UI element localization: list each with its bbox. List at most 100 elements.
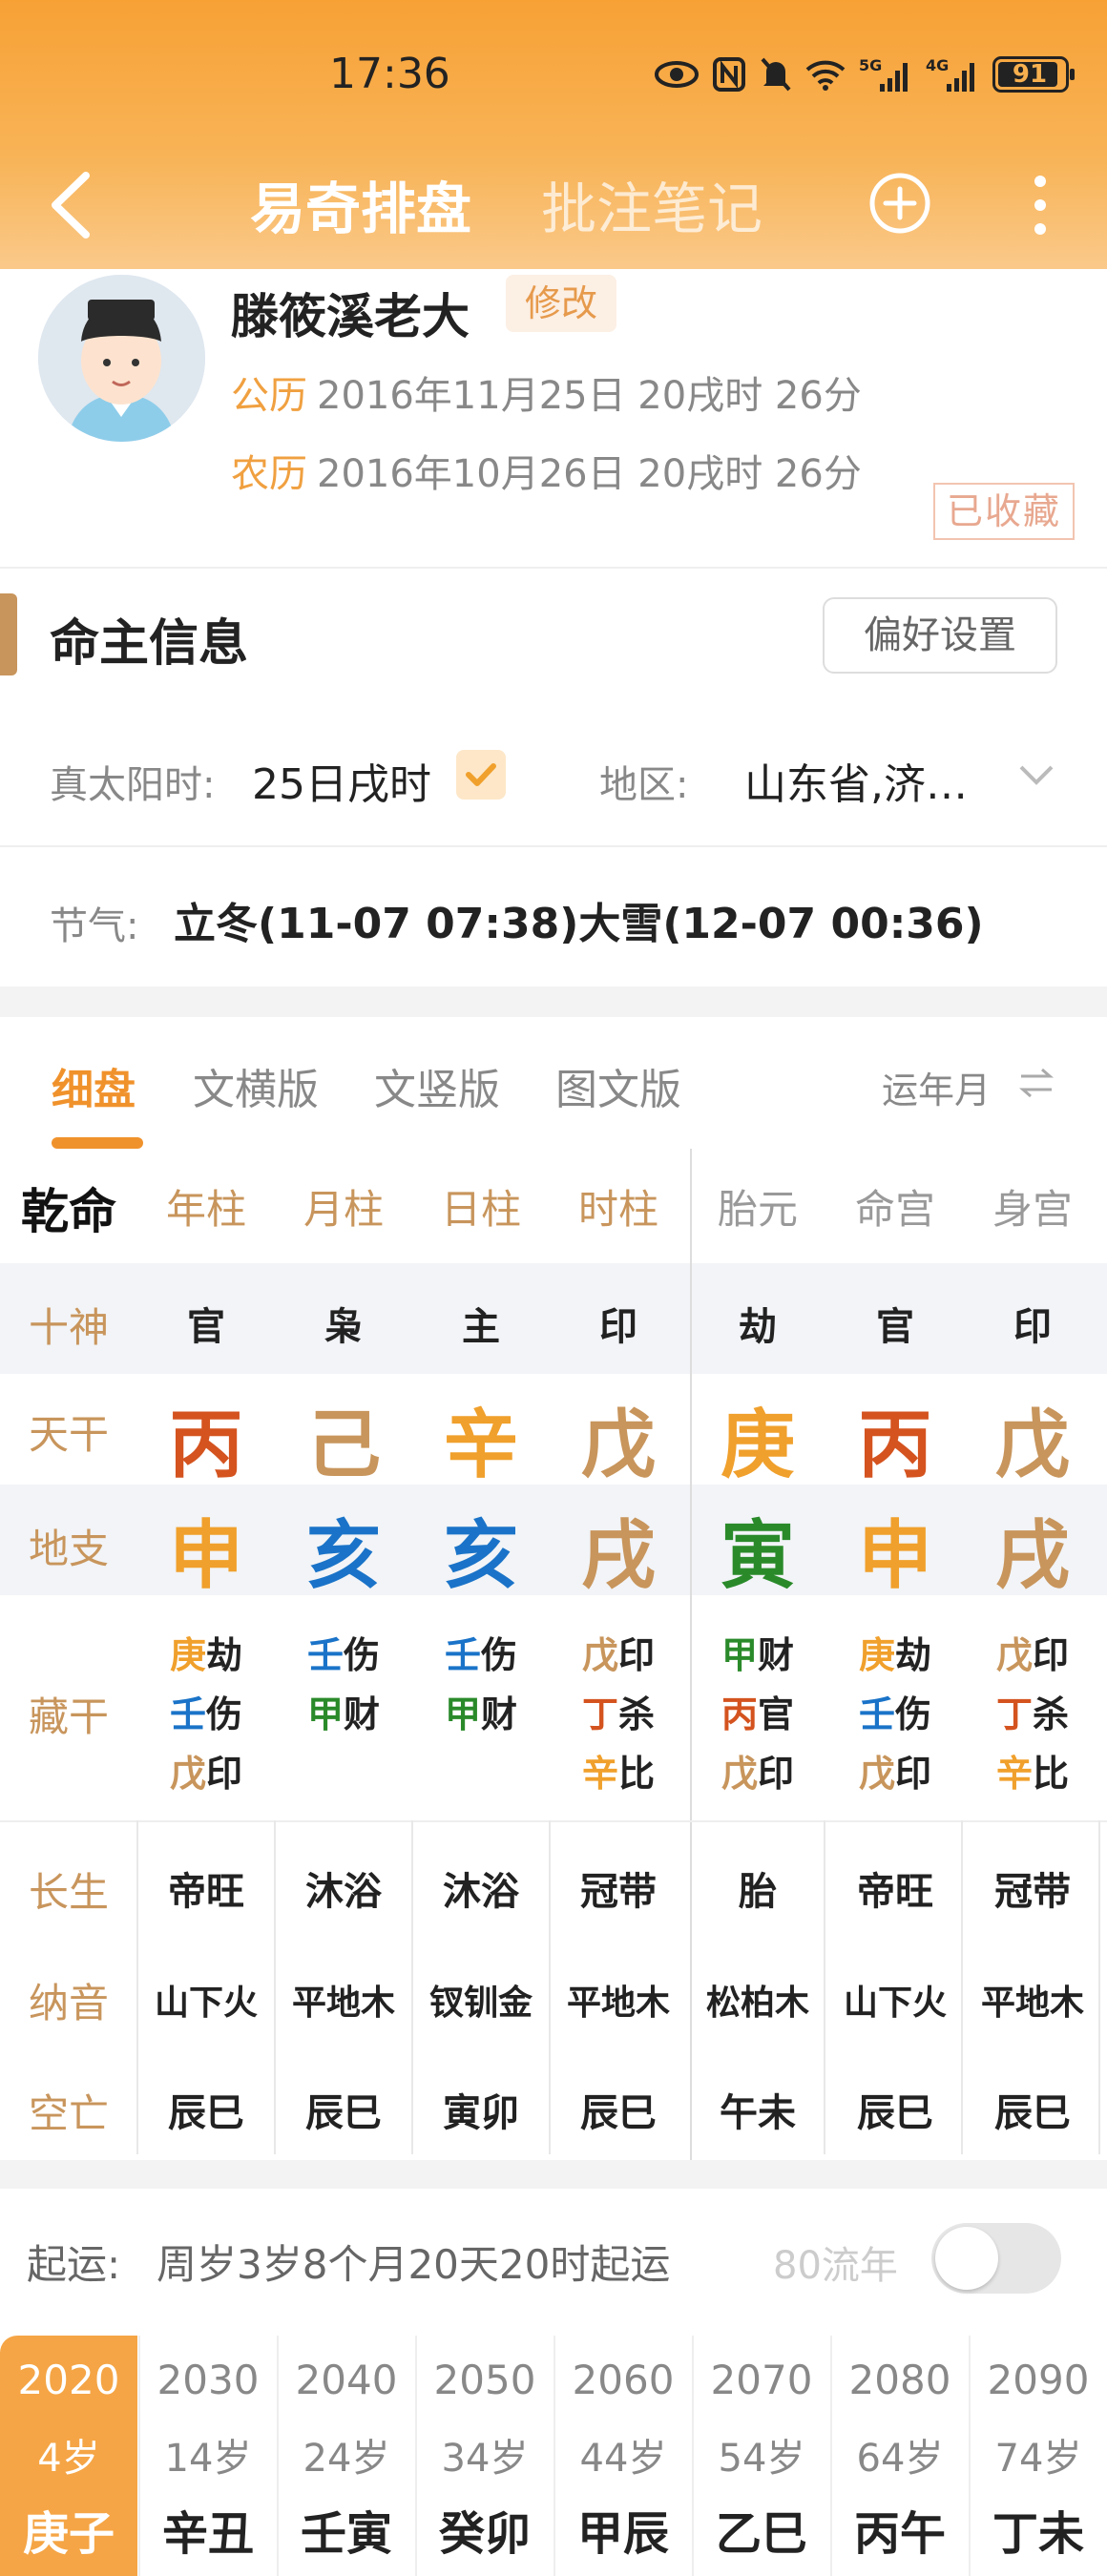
liunian-80-toggle[interactable] <box>931 2223 1061 2294</box>
canggan-god: 比 <box>1033 1753 1070 1795</box>
svg-text:5G: 5G <box>859 56 882 74</box>
back-icon[interactable] <box>38 162 105 248</box>
dayun-item[interactable]: 2090 74岁 丁未 <box>969 2336 1106 2576</box>
dayun-year: 2060 <box>572 2357 675 2403</box>
column-header: 年柱 <box>165 1186 246 1233</box>
canggan-cell: 戊印 丁杀 辛比 <box>550 1626 687 1803</box>
canggan-stem: 戊 <box>995 1634 1033 1676</box>
canggan-item: 甲财 <box>412 1685 550 1744</box>
dayun-age: 24岁 <box>303 2437 390 2481</box>
canggan-stem: 戊 <box>858 1753 895 1795</box>
tab-text-horizontal[interactable]: 文横版 <box>193 1055 319 1116</box>
dayun-row: 2020 4岁 庚子 2030 14岁 辛丑 2040 24岁 壬寅 2050 34岁 癸卯 2060 4… <box>0 2336 1107 2576</box>
canggan-stem: 壬 <box>169 1693 206 1735</box>
kongwang-cell: 午未 <box>720 2091 796 2135</box>
column-header: 胎元 <box>717 1186 798 1233</box>
canggan-item: 戊印 <box>137 1744 275 1803</box>
canggan-item: 丙官 <box>689 1685 826 1744</box>
shishen-cell: 印 <box>599 1305 637 1349</box>
kongwang-cell: 辰巳 <box>994 2091 1071 2135</box>
dizhi-cell: 亥 <box>305 1513 381 1599</box>
dayun-item[interactable]: 2030 14岁 辛丑 <box>138 2336 276 2576</box>
canggan-stem: 壬 <box>858 1693 895 1735</box>
tab-underline <box>52 1137 143 1149</box>
canggan-god: 伤 <box>895 1693 932 1735</box>
dizhi-cell: 申 <box>168 1513 243 1599</box>
profile-name: 滕筱溪老大 <box>231 289 470 344</box>
dayun-ganzhi: 甲辰 <box>576 2507 669 2561</box>
kongwang-cell: 辰巳 <box>168 2091 244 2135</box>
canggan-cell: 庚劫 壬伤 戊印 <box>826 1626 964 1803</box>
dayun-ganzhi: 乙巳 <box>715 2507 807 2561</box>
row-label-tiangan: 天干 <box>28 1411 109 1458</box>
nayin-cell: 山下火 <box>154 1984 258 2023</box>
tab-graphic[interactable]: 图文版 <box>555 1055 681 1116</box>
toggle-knob <box>935 2227 998 2290</box>
canggan-god: 杀 <box>1033 1693 1070 1735</box>
row-label-nayin: 纳音 <box>28 1980 109 2026</box>
chevron-down-icon[interactable] <box>1017 763 1055 786</box>
bazi-chart: 乾命 十神 天干 地支 藏干 长生 纳音 空亡 年柱官丙申庚劫 壬伤 戊印 帝旺 山下火… <box>0 1149 1107 2160</box>
tab-annotation-notes[interactable]: 批注笔记 <box>541 164 762 244</box>
canggan-stem: 庚 <box>169 1634 206 1676</box>
app-header: 17:36 5G 4G 91 易奇排盘 批注笔记 <box>0 0 1107 269</box>
canggan-stem: 戊 <box>581 1634 618 1676</box>
dayun-item[interactable]: 2040 24岁壬寅 <box>277 2336 414 2576</box>
canggan-item: 戊印 <box>964 1626 1101 1685</box>
preference-settings-button[interactable]: 偏好设置 <box>823 597 1057 674</box>
qiyun-row: 起运: 周岁3岁8个月20天20时起运 80流年 <box>0 2189 1107 2326</box>
shishen-cell: 官 <box>187 1305 225 1349</box>
canggan-god: 伤 <box>344 1634 381 1676</box>
edit-button[interactable]: 修改 <box>506 275 616 332</box>
row-label-kongwang: 空亡 <box>28 2090 109 2137</box>
tiangan-cell: 戊 <box>994 1402 1070 1488</box>
more-icon[interactable] <box>1031 172 1050 239</box>
dayun-item[interactable]: 2080 64岁 丙午 <box>830 2336 968 2576</box>
dayun-ganzhi: 辛丑 <box>161 2507 254 2561</box>
dayun-item[interactable]: 2060 44岁 甲辰 <box>554 2336 691 2576</box>
dayun-ganzhi: 癸卯 <box>438 2507 531 2561</box>
dayun-ganzhi: 壬寅 <box>300 2507 392 2561</box>
dayun-age: 34岁 <box>441 2437 529 2481</box>
wifi-icon <box>805 60 846 91</box>
region-value[interactable]: 山东省,济… <box>744 750 968 811</box>
canggan-god: 比 <box>618 1753 656 1795</box>
kongwang-cell: 寅卯 <box>443 2091 519 2135</box>
tab-text-vertical[interactable]: 文竖版 <box>374 1055 500 1116</box>
canggan-stem: 壬 <box>444 1634 481 1676</box>
qiyun-text: 周岁3岁8个月20天20时起运 <box>157 2241 671 2288</box>
changsheng-cell: 冠带 <box>580 1870 657 1914</box>
canggan-stem: 甲 <box>721 1634 758 1676</box>
nayin-cell: 平地木 <box>566 1984 670 2023</box>
dizhi-cell: 戌 <box>580 1513 656 1599</box>
mute-icon <box>761 57 791 92</box>
section-title: 命主信息 <box>50 615 249 673</box>
canggan-god: 印 <box>1033 1634 1070 1676</box>
qiyun-label: 起运: <box>27 2241 121 2288</box>
canggan-item: 甲财 <box>275 1685 412 1744</box>
dayun-item[interactable]: 2070 54岁 乙巳 <box>692 2336 829 2576</box>
check-icon[interactable] <box>456 750 506 800</box>
tab-yiqi-paipan[interactable]: 易奇排盘 <box>250 164 471 244</box>
tiangan-cell: 戊 <box>580 1402 656 1488</box>
dayun-item[interactable]: 2050 34岁 癸卯 <box>415 2336 553 2576</box>
dayun-year: 2040 <box>295 2357 398 2403</box>
section-marker <box>0 593 17 675</box>
add-icon[interactable] <box>868 172 931 235</box>
tab-detail[interactable]: 细盘 <box>52 1055 136 1116</box>
divider <box>0 567 1107 569</box>
section-gap <box>0 2160 1107 2189</box>
true-solar-value[interactable]: 25日戌时 <box>252 750 431 811</box>
battery-icon: 91 <box>992 56 1075 93</box>
dayun-item[interactable]: 2020 4岁 庚子 <box>0 2336 137 2576</box>
swap-icon[interactable] <box>1017 1067 1055 1099</box>
dayun-year: 2020 <box>17 2357 120 2403</box>
yun-nian-yue-toggle[interactable]: 运年月 <box>882 1061 991 1113</box>
dizhi-cell: 亥 <box>443 1513 518 1599</box>
canggan-stem: 甲 <box>306 1693 344 1735</box>
canggan-god: 伤 <box>481 1634 518 1676</box>
divider <box>0 845 1107 847</box>
cell-divider <box>824 1820 825 2154</box>
canggan-item: 壬伤 <box>275 1626 412 1685</box>
avatar[interactable] <box>38 275 205 442</box>
